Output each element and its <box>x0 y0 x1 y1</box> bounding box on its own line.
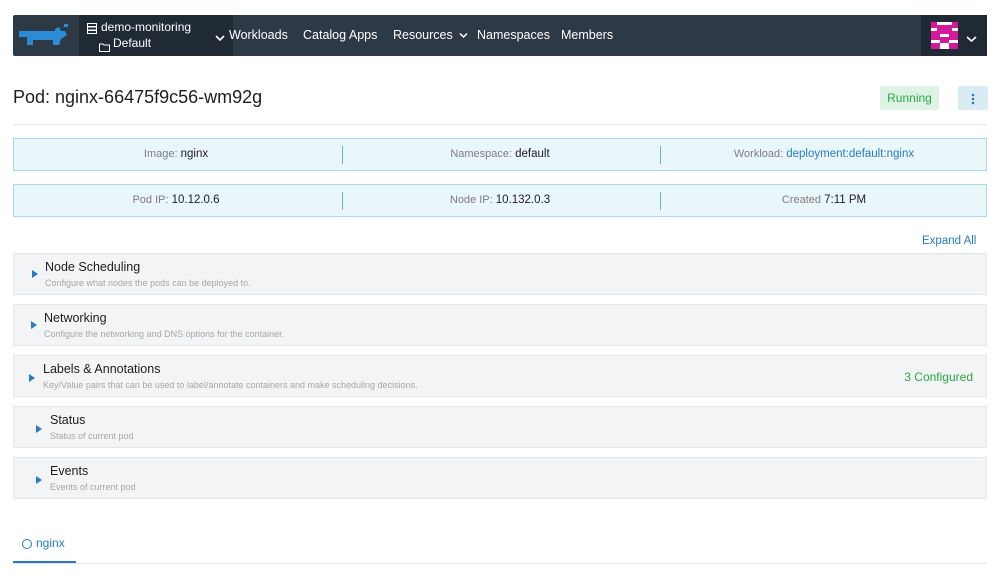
divider <box>13 124 987 125</box>
actions-menu-button[interactable] <box>958 86 988 110</box>
section-networking[interactable]: Networking Configure the networking and … <box>13 304 987 346</box>
cluster-project-switcher[interactable]: demo-monitoring Default <box>79 15 233 56</box>
section-title: Networking <box>44 311 107 325</box>
kebab-menu-icon <box>971 92 975 110</box>
info-box-network: Pod IP: 10.12.0.6 Node IP: 10.132.0.3 Cr… <box>13 184 987 217</box>
section-description: Status of current pod <box>50 431 134 441</box>
circle-icon <box>22 539 32 549</box>
caret-right-icon <box>31 321 37 329</box>
tab-container-nginx[interactable]: nginx <box>13 529 76 563</box>
section-description: Configure what nodes the pods can be dep… <box>45 278 251 288</box>
chevron-down-icon <box>966 30 977 48</box>
info-workload: Workload: deployment:default:nginx <box>662 139 986 170</box>
page-title: Pod: nginx-66475f9c56-wm92g <box>13 87 263 107</box>
chevron-down-icon <box>215 29 225 47</box>
namespace-label: Namespace: <box>450 148 513 160</box>
workload-link[interactable]: deployment:default:nginx <box>786 148 914 160</box>
nav-namespaces[interactable]: Namespaces <box>477 28 550 42</box>
separator <box>660 192 661 210</box>
image-label: Image: <box>143 148 178 160</box>
info-pod-ip: Pod IP: 10.12.0.6 <box>14 185 338 216</box>
section-description: Key/Value pairs that can be used to labe… <box>43 380 418 390</box>
nav-workloads[interactable]: Workloads <box>229 28 288 42</box>
section-events[interactable]: Events Events of current pod <box>13 457 987 499</box>
section-status[interactable]: Status Status of current pod <box>13 406 987 448</box>
info-namespace: Namespace: default <box>338 139 662 170</box>
image-value: nginx <box>180 148 209 160</box>
info-node-ip: Node IP: 10.132.0.3 <box>338 185 662 216</box>
section-description: Events of current pod <box>50 482 136 492</box>
tab-label: nginx <box>36 536 65 550</box>
info-box-image: Image: nginx Namespace: default Workload… <box>13 138 987 171</box>
section-labels-annotations[interactable]: Labels & Annotations Key/Value pairs tha… <box>13 355 987 397</box>
separator <box>660 146 661 164</box>
section-title: Status <box>50 413 86 427</box>
section-node-scheduling[interactable]: Node Scheduling Configure what nodes the… <box>13 253 987 295</box>
info-created: Created 7:11 PM <box>662 185 986 216</box>
status-badge: Running <box>880 86 939 110</box>
project-name: Default <box>113 36 152 50</box>
node-ip-label: Node IP: <box>449 194 493 206</box>
caret-right-icon <box>36 476 42 484</box>
nav-resources[interactable]: Resources <box>393 28 468 42</box>
node-ip-value: 10.132.0.3 <box>495 194 551 206</box>
section-title: Node Scheduling <box>45 260 141 274</box>
nav-catalog-apps[interactable]: Catalog Apps <box>303 28 377 42</box>
section-title: Labels & Annotations <box>43 362 161 376</box>
rancher-logo-icon[interactable] <box>15 21 71 51</box>
info-image: Image: nginx <box>14 139 338 170</box>
pod-ip-value: 10.12.0.6 <box>171 194 220 206</box>
cluster-name: demo-monitoring <box>101 20 192 34</box>
configured-count: 3 Configured <box>904 370 973 384</box>
section-title: Events <box>50 464 89 478</box>
folder-icon <box>99 39 110 57</box>
caret-right-icon <box>36 425 42 433</box>
workload-label: Workload: <box>733 148 784 160</box>
chevron-down-icon <box>459 28 468 42</box>
expand-all-link[interactable]: Expand All <box>922 235 976 247</box>
caret-right-icon <box>29 374 35 382</box>
created-value: 7:11 PM <box>824 194 867 206</box>
server-icon <box>87 21 97 39</box>
user-menu[interactable] <box>921 15 987 56</box>
user-avatar-icon <box>931 22 958 49</box>
namespace-value: default <box>515 148 550 160</box>
created-label: Created <box>781 194 822 206</box>
section-description: Configure the networking and DNS options… <box>44 329 285 339</box>
top-nav-bar: demo-monitoring Default Workloads Catalo… <box>13 15 987 56</box>
pod-ip-label: Pod IP: <box>132 194 169 206</box>
nav-resources-label: Resources <box>393 28 453 42</box>
divider <box>13 563 987 564</box>
caret-right-icon <box>32 270 38 278</box>
nav-members[interactable]: Members <box>561 28 613 42</box>
